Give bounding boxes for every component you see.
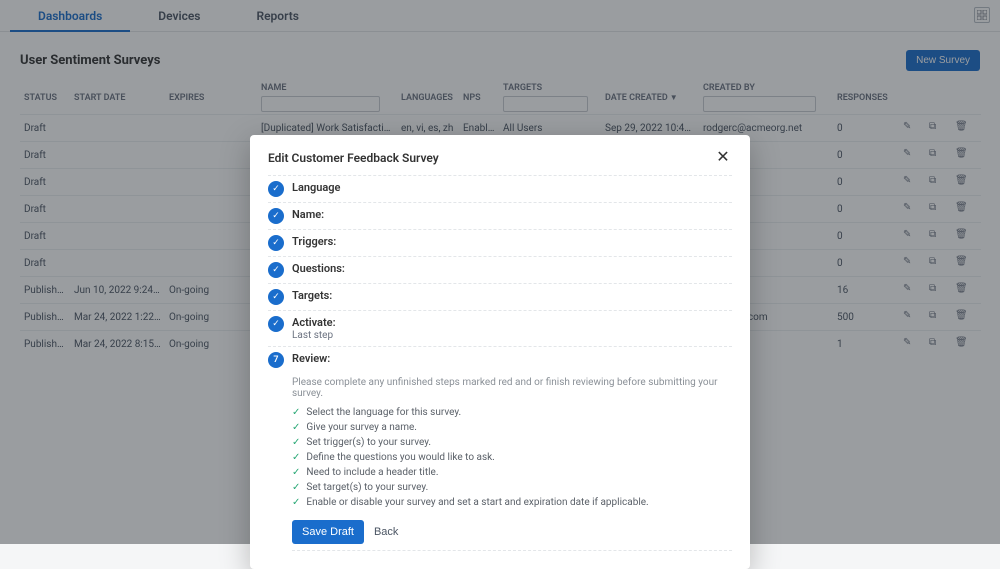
check-icon: ✓ xyxy=(268,208,284,224)
review-item: ✓Set target(s) to your survey. xyxy=(292,480,732,495)
edit-survey-dialog: Edit Customer Feedback Survey ✕ ✓ Langua… xyxy=(250,135,750,569)
save-draft-button[interactable]: Save Draft xyxy=(292,520,364,544)
review-item: ✓Select the language for this survey. xyxy=(292,405,732,420)
review-checklist: Please complete any unfinished steps mar… xyxy=(268,377,732,551)
check-icon: ✓ xyxy=(268,316,284,332)
step-questions[interactable]: ✓ Questions: xyxy=(268,256,732,283)
step-targets[interactable]: ✓ Targets: xyxy=(268,283,732,310)
step-review[interactable]: 7 Review: xyxy=(268,346,732,373)
review-item: ✓Enable or disable your survey and set a… xyxy=(292,495,732,510)
review-item: ✓Define the questions you would like to … xyxy=(292,450,732,465)
review-intro: Please complete any unfinished steps mar… xyxy=(292,377,732,399)
check-icon: ✓ xyxy=(292,422,300,433)
step-triggers[interactable]: ✓ Triggers: xyxy=(268,229,732,256)
dialog-title: Edit Customer Feedback Survey xyxy=(268,151,714,165)
check-icon: ✓ xyxy=(268,262,284,278)
review-item: ✓Set trigger(s) to your survey. xyxy=(292,435,732,450)
check-icon: ✓ xyxy=(292,497,300,508)
check-icon: ✓ xyxy=(268,289,284,305)
step-language[interactable]: ✓ Language xyxy=(268,175,732,202)
step-activate[interactable]: ✓ Activate: Last step xyxy=(268,310,732,346)
review-item: ✓Give your survey a name. xyxy=(292,420,732,435)
close-icon[interactable]: ✕ xyxy=(714,149,732,167)
check-icon: ✓ xyxy=(268,181,284,197)
check-icon: ✓ xyxy=(292,407,300,418)
step-number-icon: 7 xyxy=(268,352,284,368)
step-name[interactable]: ✓ Name: xyxy=(268,202,732,229)
modal-overlay: Edit Customer Feedback Survey ✕ ✓ Langua… xyxy=(0,0,1000,544)
check-icon: ✓ xyxy=(292,482,300,493)
check-icon: ✓ xyxy=(268,235,284,251)
check-icon: ✓ xyxy=(292,437,300,448)
review-item: ✓Need to include a header title. xyxy=(292,465,732,480)
check-icon: ✓ xyxy=(292,467,300,478)
check-icon: ✓ xyxy=(292,452,300,463)
back-button[interactable]: Back xyxy=(374,526,398,538)
